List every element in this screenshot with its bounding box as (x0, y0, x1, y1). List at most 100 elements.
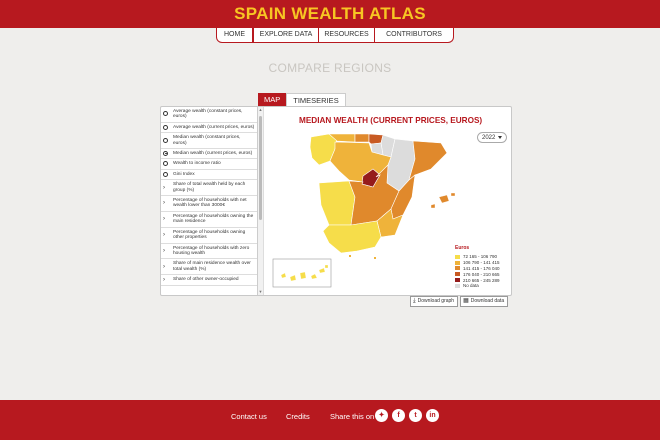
chevron-right-icon[interactable]: › (163, 216, 165, 222)
download-icon: ⤓ (413, 298, 416, 304)
nav-contributors[interactable]: CONTRIBUTORS (375, 28, 453, 42)
indicator-item[interactable]: Average wealth (constant prices, euros) (161, 107, 257, 123)
credits-link[interactable]: Credits (286, 412, 310, 421)
map-title: MEDIAN WEALTH (CURRENT PRICES, EUROS) (299, 116, 483, 125)
indicator-label: Average wealth (constant prices, euros) (173, 109, 243, 120)
chevron-right-icon[interactable]: › (163, 185, 165, 191)
legend-title: Euros (455, 245, 470, 251)
indicator-label: Percentage of households owning the main… (173, 213, 254, 225)
download-buttons: ⤓ Download graph ▦ Download data (410, 296, 510, 307)
download-graph-label: Download graph (417, 298, 455, 304)
site-footer: Contact us Credits Share this on ✦ f t i… (0, 400, 660, 440)
indicator-item[interactable]: › Percentage of households owning the mai… (161, 212, 257, 228)
indicator-label: Share of total wealth held by each group… (173, 182, 246, 193)
legend-label: 106 790 - 141 415 (463, 260, 500, 266)
indicator-item[interactable]: › Percentage of households owning other p… (161, 228, 257, 244)
region-cantabria[interactable] (354, 133, 370, 143)
chevron-right-icon[interactable]: › (163, 277, 165, 283)
download-data-label: Download data (470, 298, 505, 304)
spain-choropleth-map (272, 133, 455, 288)
indicator-list: Average wealth (constant prices, euros) A… (161, 107, 258, 295)
scroll-up-arrow-icon[interactable]: ▲ (258, 108, 263, 112)
share-label: Share this on (330, 412, 375, 421)
scroll-thumb[interactable] (259, 116, 262, 220)
legend-items: 72 165 - 106 790 106 790 - 141 415 141 415… (455, 254, 500, 289)
facebook-icon[interactable]: f (392, 409, 405, 422)
indicator-item[interactable]: Wealth to income ratio (161, 159, 257, 170)
legend-item: No data (455, 283, 500, 289)
legend-label: 141 415 - 176 040 (463, 265, 500, 271)
legend-label: 72 165 - 106 790 (463, 254, 498, 260)
bluesky-icon[interactable]: ✦ (375, 409, 388, 422)
chevron-down-icon (498, 136, 502, 139)
legend-swatch (455, 278, 460, 283)
region-canary-islands[interactable] (280, 264, 329, 282)
indicator-item[interactable]: Median wealth (current prices, euros) (161, 149, 257, 160)
indicator-item[interactable]: › Share of other owner-occupied (161, 275, 257, 286)
indicator-label: Percentage of households with zero housi… (173, 245, 250, 256)
legend-swatch (455, 260, 460, 265)
legend-label: 210 665 - 245 289 (463, 277, 500, 283)
nav-resources[interactable]: RESOURCES (319, 28, 375, 42)
indicator-item[interactable]: › Percentage of households with zero hous… (161, 244, 257, 260)
indicator-item[interactable]: Gini Index (161, 170, 257, 181)
indicator-label: Average wealth (current prices, euros) (173, 124, 255, 130)
indicator-radio[interactable] (163, 161, 168, 167)
region-extremadura[interactable] (318, 180, 356, 226)
legend-swatch (455, 254, 460, 259)
nav-home[interactable]: HOME (217, 28, 253, 42)
page-title: COMPARE REGIONS (268, 61, 392, 75)
indicator-radio[interactable] (163, 111, 168, 117)
region-melilla[interactable] (374, 257, 376, 259)
region-andalusia[interactable] (322, 220, 382, 254)
scroll-down-arrow-icon[interactable]: ▼ (258, 290, 263, 294)
tab-timeseries[interactable]: TIMESERIES (286, 93, 346, 106)
indicator-radio[interactable] (163, 137, 168, 143)
main-nav: HOME EXPLORE DATA RESOURCES CONTRIBUTORS (216, 28, 454, 43)
chevron-right-icon[interactable]: › (163, 264, 165, 270)
map-legend: Euros 72 165 - 106 790 106 790 - 141 415 1… (455, 245, 500, 289)
explore-panel: Average wealth (constant prices, euros) A… (160, 106, 512, 296)
download-data-button[interactable]: ▦ Download data (460, 296, 509, 307)
contact-us-link[interactable]: Contact us (231, 412, 267, 421)
indicator-radio[interactable] (163, 171, 168, 177)
table-icon: ▦ (463, 298, 469, 304)
tab-map[interactable]: MAP (258, 93, 287, 106)
view-tabs: MAP TIMESERIES (258, 93, 346, 106)
indicator-label: Median wealth (constant prices, euros) (173, 135, 241, 146)
region-ceuta[interactable] (349, 255, 351, 257)
indicator-radio[interactable] (163, 124, 168, 130)
indicator-label: Share of main residence wealth over tota… (173, 261, 251, 272)
indicator-item[interactable]: › Share of total wealth held by each grou… (161, 180, 257, 197)
indicator-label: Share of other owner-occupied (173, 277, 239, 283)
site-header: SPAIN WEALTH ATLAS (0, 0, 660, 28)
indicator-item[interactable]: › Share of main residence wealth over tot… (161, 259, 257, 276)
indicator-item[interactable]: Average wealth (current prices, euros) (161, 123, 257, 134)
legend-swatch (455, 266, 460, 271)
indicator-label: Median wealth (current prices, euros) (173, 151, 253, 157)
legend-label: No data (463, 283, 479, 289)
year-select-value: 2022 (482, 135, 496, 141)
region-catalonia[interactable] (408, 140, 448, 181)
chevron-right-icon[interactable]: › (163, 248, 165, 254)
indicator-label: Percentage of households with net wealth… (173, 198, 247, 209)
region-balearic-islands[interactable] (430, 192, 455, 209)
site-title: SPAIN WEALTH ATLAS (234, 4, 426, 23)
legend-swatch (455, 283, 460, 288)
indicator-label: Wealth to income ratio (173, 161, 221, 167)
nav-explore-data[interactable]: EXPLORE DATA (253, 28, 319, 42)
legend-label: 176 040 - 210 665 (463, 271, 500, 277)
twitter-icon[interactable]: t (409, 409, 422, 422)
year-select[interactable]: 2022 (477, 132, 507, 143)
chevron-right-icon[interactable]: › (163, 232, 165, 238)
legend-swatch (455, 272, 460, 277)
chevron-right-icon[interactable]: › (163, 200, 165, 206)
indicator-item[interactable]: › Percentage of households with net wealt… (161, 196, 257, 212)
indicator-label: Gini Index (173, 171, 195, 177)
linkedin-icon[interactable]: in (426, 409, 439, 422)
indicator-radio[interactable] (163, 150, 168, 156)
indicator-scrollbar[interactable]: ▲ ▼ (258, 107, 264, 295)
indicator-label: Percentage of households owning other pr… (173, 229, 246, 241)
download-graph-button[interactable]: ⤓ Download graph (410, 296, 459, 307)
indicator-item[interactable]: Median wealth (constant prices, euros) (161, 133, 257, 150)
